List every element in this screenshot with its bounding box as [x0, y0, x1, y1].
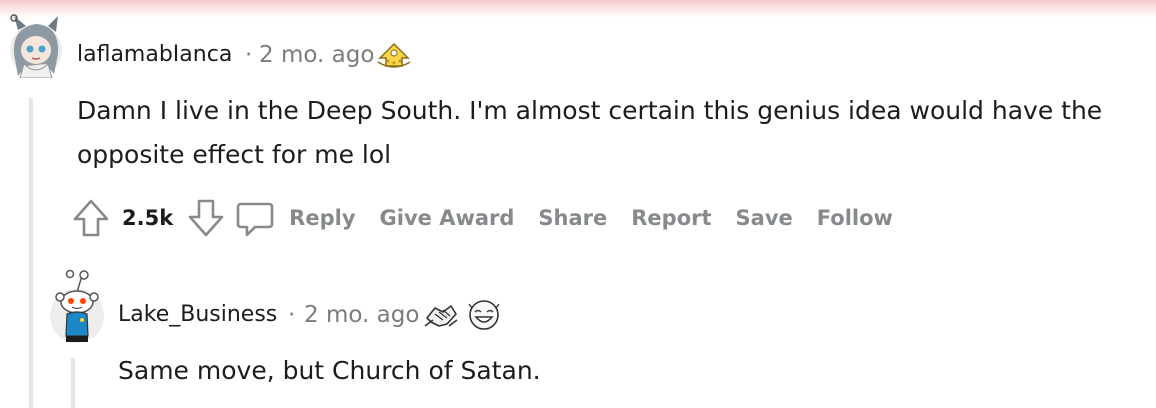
gold-award-icon[interactable]	[376, 40, 412, 78]
top-highlight	[0, 0, 1156, 18]
downvote-icon[interactable]	[187, 198, 225, 238]
meta-separator: ·	[245, 42, 253, 68]
thread-line-2[interactable]	[71, 358, 75, 408]
comment-timestamp[interactable]: 2 mo. ago	[259, 42, 374, 68]
avatar[interactable]	[48, 266, 106, 344]
reply-button[interactable]: Reply	[289, 206, 355, 230]
comment-actions: 2.5k Reply Give Award Share Report Save …	[72, 196, 917, 240]
save-button[interactable]: Save	[736, 206, 793, 230]
comment-body: Damn I live in the Deep South. I'm almos…	[77, 96, 1103, 169]
comment-thread: laflamabIanca · 2 mo. ago Damn I live in…	[0, 0, 1156, 408]
avatar[interactable]	[6, 14, 66, 79]
upvote-icon[interactable]	[72, 198, 110, 238]
vote-score: 2.5k	[122, 206, 174, 230]
handshake-award-icon[interactable]	[423, 298, 459, 336]
laughing-award-icon[interactable]	[466, 298, 502, 336]
comment-author[interactable]: laflamabIanca	[77, 42, 232, 67]
comment-author[interactable]: Lake_Business	[118, 302, 277, 327]
share-button[interactable]: Share	[538, 206, 607, 230]
comment-timestamp[interactable]: 2 mo. ago	[304, 302, 419, 328]
reply-bubble-icon[interactable]	[235, 198, 275, 238]
comment-body: Same move, but Church of Satan.	[118, 356, 541, 385]
give-award-button[interactable]: Give Award	[380, 206, 515, 230]
thread-line-1[interactable]	[29, 98, 33, 408]
snoo-avatar-icon	[50, 269, 104, 343]
meta-separator: ·	[288, 302, 296, 328]
report-button[interactable]: Report	[631, 206, 711, 230]
follow-button[interactable]: Follow	[817, 206, 893, 230]
avatar-icon	[10, 14, 62, 79]
